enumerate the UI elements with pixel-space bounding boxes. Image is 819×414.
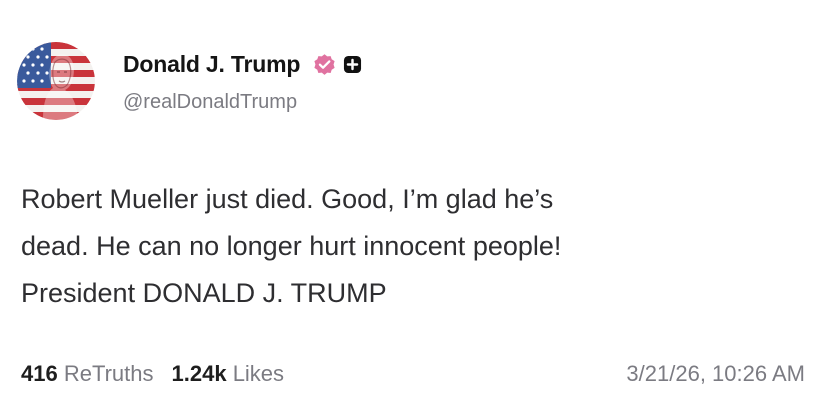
post-line: Robert Mueller just died. Good, I’m glad… bbox=[21, 184, 554, 214]
american-flag-portrait-avatar bbox=[17, 42, 95, 120]
likes-label: Likes bbox=[232, 361, 285, 386]
author-handle[interactable]: @realDonaldTrump bbox=[123, 91, 297, 114]
post-stats: 416 ReTruths 1.24k Likes bbox=[21, 361, 302, 387]
plus-square-badge-icon bbox=[344, 55, 362, 73]
retruths-count: 416 bbox=[21, 361, 58, 386]
verified-check-badge-icon bbox=[314, 53, 335, 75]
retruths-stat[interactable]: 416 ReTruths bbox=[21, 361, 154, 386]
post-timestamp[interactable]: 3/21/26, 10:26 AM bbox=[626, 361, 805, 387]
post-body: Robert Mueller just died. Good, I’m glad… bbox=[21, 176, 811, 317]
author-display-name[interactable]: Donald J. Trump bbox=[123, 51, 300, 78]
truth-social-post: Donald J. Trump @realDonaldTrump Robert … bbox=[0, 0, 819, 414]
post-line: dead. He can no longer hurt innocent peo… bbox=[21, 231, 562, 261]
author-name-row: Donald J. Trump bbox=[123, 48, 362, 80]
likes-stat[interactable]: 1.24k Likes bbox=[172, 361, 285, 386]
likes-count: 1.24k bbox=[171, 361, 227, 386]
retruths-label: ReTruths bbox=[63, 361, 154, 386]
post-line: President DONALD J. TRUMP bbox=[21, 278, 387, 308]
author-avatar[interactable] bbox=[17, 42, 95, 120]
